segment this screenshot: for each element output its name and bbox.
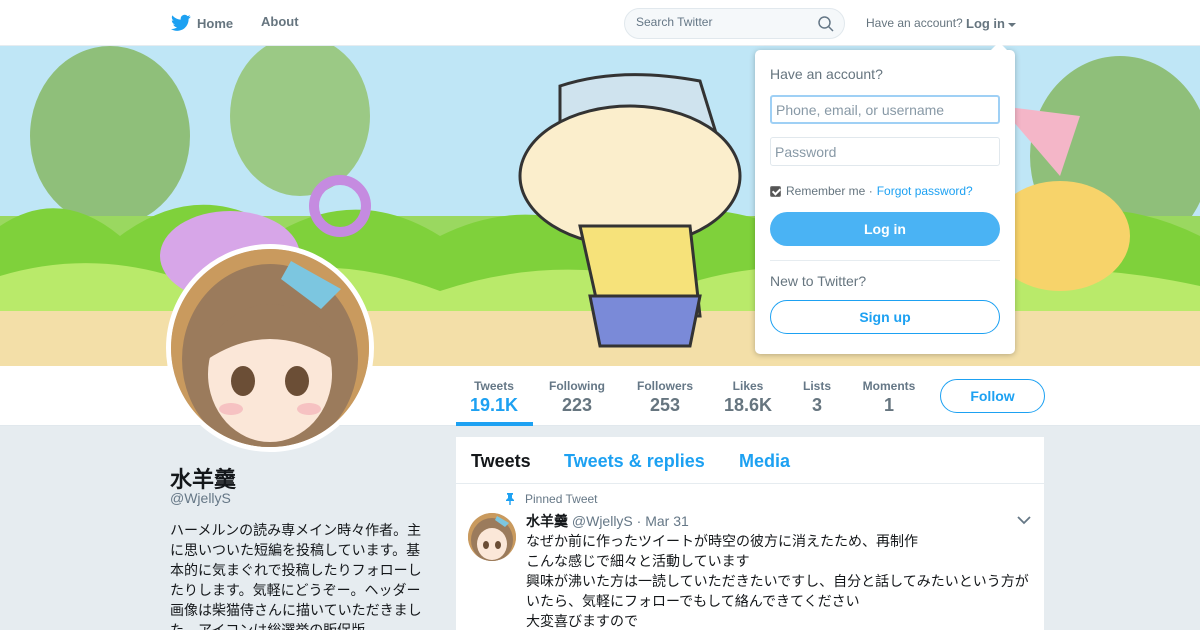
timeline-tabs: Tweets Tweets & replies Media: [456, 437, 1044, 484]
timeline: Tweets Tweets & replies Media Pinned Twe…: [456, 437, 1044, 630]
stat-following[interactable]: Following 223: [544, 379, 610, 416]
tweet-author-handle[interactable]: @WjellyS: [572, 513, 633, 529]
dropdown-title: Have an account?: [770, 66, 883, 82]
stat-label: Tweets: [474, 379, 514, 393]
profile-avatar[interactable]: [166, 244, 374, 452]
remember-me-checkbox[interactable]: [770, 185, 781, 197]
follow-button[interactable]: Follow: [940, 379, 1045, 413]
avatar-illustration: [171, 249, 369, 447]
nav-home-link[interactable]: Home: [171, 14, 233, 32]
pin-icon: [506, 493, 514, 505]
stat-value: 223: [561, 395, 593, 415]
stat-likes[interactable]: Likes 18.6K: [722, 379, 774, 416]
tab-tweets-replies[interactable]: Tweets & replies: [564, 451, 705, 472]
pinned-indicator: Pinned Tweet: [505, 492, 598, 506]
tweet-date[interactable]: · Mar 31: [637, 513, 689, 529]
login-dropdown: Have an account? Remember me · Forgot pa…: [755, 42, 1015, 354]
pinned-label: Pinned Tweet: [525, 492, 598, 506]
dropdown-divider: [770, 260, 1000, 261]
tweet-avatar-illustration: [468, 513, 516, 561]
caret-down-icon: [1008, 22, 1016, 27]
remember-me-label[interactable]: Remember me ·: [786, 184, 873, 198]
stat-label: Lists: [802, 379, 831, 393]
stat-value: 253: [649, 395, 681, 415]
have-account-text: Have an account?: [866, 16, 963, 30]
stat-label: Followers: [636, 379, 693, 393]
new-to-twitter-text: New to Twitter?: [770, 273, 867, 289]
profile-bio: ハーメルンの読み専メイン時々作者。主に思いついた短編を投稿しています。基本的に気…: [170, 522, 422, 630]
tweet-header: 水羊羹 @WjellyS · Mar 31: [526, 511, 689, 531]
stat-label: Likes: [732, 379, 764, 393]
password-field[interactable]: [770, 137, 1000, 166]
signup-button[interactable]: Sign up: [770, 300, 1000, 334]
tweet-text-line: なぜか前に作ったツイートが時空の彼方に消えたため、再制作: [526, 533, 918, 549]
profile-handle[interactable]: @WjellyS: [170, 490, 231, 506]
stat-value: 1: [883, 395, 894, 415]
stat-lists[interactable]: Lists 3: [798, 379, 836, 416]
stat-value: 18.6K: [723, 395, 773, 415]
tweet-text-line: 興味が沸いた方は一読していただきたいですし、自分と話してみたいという方がいたら、…: [526, 573, 1029, 609]
twitter-bird-icon: [171, 14, 191, 31]
stat-moments[interactable]: Moments 1: [858, 379, 920, 416]
tab-tweets[interactable]: Tweets: [471, 451, 531, 472]
forgot-password-link[interactable]: Forgot password?: [877, 184, 973, 198]
search-box[interactable]: [624, 8, 845, 39]
stat-label: Following: [549, 379, 605, 393]
search-input[interactable]: [636, 15, 806, 29]
username-field[interactable]: [770, 95, 1000, 124]
dropdown-arrow: [991, 42, 1007, 50]
tweet-text: なぜか前に作ったツイートが時空の彼方に消えたため、再制作 こんな感じで細々と活動…: [526, 531, 1036, 630]
nav-home-label: Home: [197, 15, 234, 31]
active-stat-underline: [456, 422, 533, 426]
chevron-down-icon[interactable]: [1017, 515, 1031, 525]
nav-about-link[interactable]: About: [261, 14, 299, 29]
tab-media[interactable]: Media: [739, 451, 790, 472]
login-toggle-label: Log in: [966, 16, 1005, 31]
tweet-avatar[interactable]: [468, 513, 516, 561]
stat-label: Moments: [862, 379, 916, 393]
top-navigation-bar: Home About Have an account? Log in: [0, 0, 1200, 46]
search-icon[interactable]: [818, 16, 834, 32]
stat-followers[interactable]: Followers 253: [632, 379, 698, 416]
remember-me-row: Remember me · Forgot password?: [770, 184, 973, 198]
tweet-text-line: こんな感じで細々と活動しています: [526, 553, 750, 569]
stat-value: 19.1K: [469, 395, 519, 415]
login-button[interactable]: Log in: [770, 212, 1000, 246]
login-dropdown-toggle[interactable]: Log in: [966, 16, 1016, 31]
tweet-author-name[interactable]: 水羊羹: [526, 513, 568, 529]
tweet-text-line: 大変喜びますので: [526, 613, 638, 629]
nav-about-label: About: [261, 14, 299, 29]
stat-tweets[interactable]: Tweets 19.1K: [466, 379, 522, 416]
stat-value: 3: [811, 395, 822, 415]
